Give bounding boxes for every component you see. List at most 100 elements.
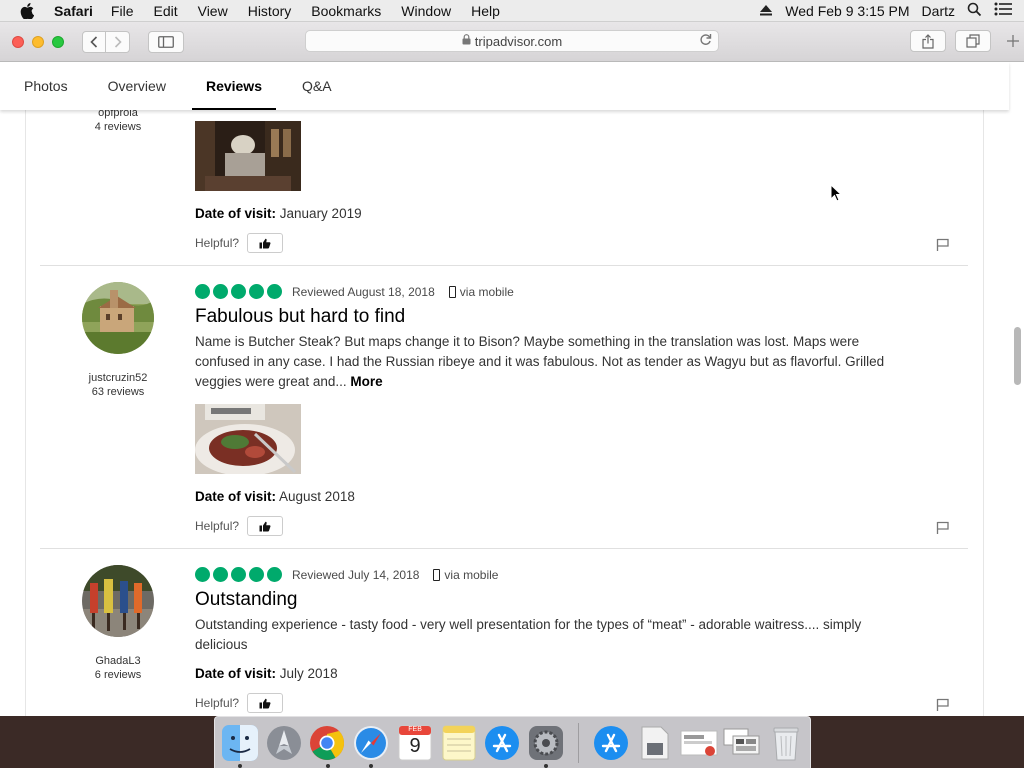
rating-bubble — [195, 567, 210, 582]
avatar[interactable] — [82, 565, 154, 637]
avatar[interactable] — [82, 282, 154, 354]
review-meta: Reviewed July 14, 2018 via mobile — [195, 567, 498, 582]
share-button[interactable] — [910, 30, 946, 52]
new-tab-button[interactable] — [1002, 30, 1024, 52]
app-store-icon[interactable] — [483, 723, 523, 763]
review-text: Outstanding experience - tasty food - ve… — [195, 617, 862, 652]
browser-toolbar: tripadvisor.com — [0, 22, 1024, 62]
dock: FEB 9 — [214, 716, 811, 768]
reviewer-username[interactable]: justcruzin52 — [62, 372, 174, 384]
reviewer-username[interactable]: GhadaL3 — [62, 655, 174, 667]
screenshots-folder-icon[interactable] — [722, 723, 762, 763]
rating-bubble — [213, 284, 228, 299]
apple-menu-icon[interactable] — [20, 2, 38, 19]
rating-bubble — [231, 284, 246, 299]
minimize-window-button[interactable] — [32, 35, 44, 48]
review-photo[interactable] — [195, 121, 301, 191]
plus-icon — [1007, 35, 1019, 47]
rating-bubbles — [195, 567, 282, 582]
rating-bubble — [249, 284, 264, 299]
calendar-month: FEB — [408, 725, 422, 733]
date-of-visit: Date of visit: August 2018 — [195, 489, 355, 504]
app-store-folder-icon[interactable] — [591, 723, 631, 763]
report-flag-icon[interactable] — [936, 521, 950, 535]
preview-icon[interactable] — [635, 723, 675, 763]
notification-center-icon[interactable] — [994, 2, 1012, 19]
system-preferences-icon[interactable] — [526, 723, 566, 768]
read-more-link[interactable]: More — [350, 374, 382, 389]
review-photo[interactable] — [195, 404, 301, 474]
report-flag-icon[interactable] — [936, 238, 950, 252]
trash-icon[interactable] — [766, 723, 806, 763]
helpful-label: Helpful? — [195, 696, 240, 710]
share-icon — [922, 33, 934, 49]
thumbs-up-icon — [259, 698, 271, 708]
chrome-icon[interactable] — [308, 723, 348, 768]
reload-icon[interactable] — [699, 33, 712, 49]
tab-photos[interactable]: Photos — [24, 62, 68, 110]
helpful-vote-button[interactable] — [247, 516, 284, 536]
tab-qa[interactable]: Q&A — [302, 62, 332, 110]
menu-view[interactable]: View — [198, 3, 228, 19]
finder-icon[interactable] — [220, 723, 260, 768]
date-of-visit: Date of visit: January 2019 — [195, 206, 362, 221]
helpful-vote-button[interactable] — [247, 233, 284, 253]
show-tabs-button[interactable] — [955, 30, 991, 52]
reviewer-review-count: 63 reviews — [91, 386, 145, 398]
helpful-vote-button[interactable] — [247, 693, 284, 713]
review-divider — [40, 265, 968, 266]
launchpad-icon[interactable] — [264, 723, 304, 763]
thumbs-up-icon — [259, 238, 271, 248]
back-button[interactable] — [82, 30, 106, 53]
review-title[interactable]: Fabulous but hard to find — [195, 306, 405, 328]
review-date: Reviewed August 18, 2018 — [292, 284, 435, 299]
forward-button[interactable] — [106, 30, 130, 53]
web-page: Photos Overview Reviews Q&A opfprola 4 r… — [0, 62, 1024, 716]
menu-window[interactable]: Window — [401, 3, 451, 19]
running-indicator — [544, 763, 549, 768]
via-mobile-label: via mobile — [459, 284, 514, 299]
review-title[interactable]: Outstanding — [195, 589, 297, 611]
menu-edit[interactable]: Edit — [153, 3, 177, 19]
eject-icon[interactable] — [759, 3, 773, 19]
review-text: Name is Butcher Steak? But maps change i… — [195, 334, 885, 389]
report-flag-icon[interactable] — [936, 698, 950, 712]
notes-icon[interactable] — [439, 723, 479, 763]
review-divider — [40, 548, 968, 549]
date-of-visit-label: Date of visit: — [195, 489, 277, 504]
calendar-icon[interactable]: FEB 9 — [395, 723, 435, 763]
reviewer-info: GhadaL3 6 reviews — [82, 565, 154, 681]
date-of-visit-value: January 2019 — [279, 206, 362, 221]
helpful-label: Helpful? — [195, 519, 240, 533]
tabs-overview-icon — [966, 34, 980, 48]
page-scrollbar[interactable] — [1014, 327, 1021, 385]
safari-icon[interactable] — [351, 723, 391, 768]
menu-help[interactable]: Help — [471, 3, 500, 19]
spotlight-search-icon[interactable] — [967, 2, 982, 20]
address-bar[interactable]: tripadvisor.com — [305, 30, 719, 52]
review-meta: Reviewed August 18, 2018 via mobile — [195, 284, 514, 299]
helpful-section: Helpful? — [195, 516, 284, 536]
menubar-user[interactable]: Dartz — [922, 3, 955, 19]
menu-history[interactable]: History — [248, 3, 292, 19]
helpful-label: Helpful? — [195, 236, 240, 250]
menubar-clock[interactable]: Wed Feb 9 3:15 PM — [785, 3, 909, 19]
rating-bubble — [267, 284, 282, 299]
helpful-section: Helpful? — [195, 233, 284, 253]
screenshot-icon[interactable] — [679, 723, 719, 763]
close-window-button[interactable] — [12, 35, 24, 48]
menu-file[interactable]: File — [111, 3, 134, 19]
tab-reviews[interactable]: Reviews — [191, 62, 277, 110]
rating-bubble — [213, 567, 228, 582]
helpful-section: Helpful? — [195, 693, 284, 713]
review-body: Name is Butcher Steak? But maps change i… — [195, 332, 895, 392]
sidebar-toggle-button[interactable] — [148, 30, 184, 53]
date-of-visit-label: Date of visit: — [195, 666, 277, 681]
date-of-visit: Date of visit: July 2018 — [195, 666, 338, 681]
tab-overview[interactable]: Overview — [108, 62, 166, 110]
menu-app-safari[interactable]: Safari — [54, 3, 93, 19]
thumbs-up-icon — [259, 521, 271, 531]
via-mobile-label: via mobile — [444, 567, 499, 582]
zoom-window-button[interactable] — [52, 35, 64, 48]
menu-bookmarks[interactable]: Bookmarks — [311, 3, 381, 19]
